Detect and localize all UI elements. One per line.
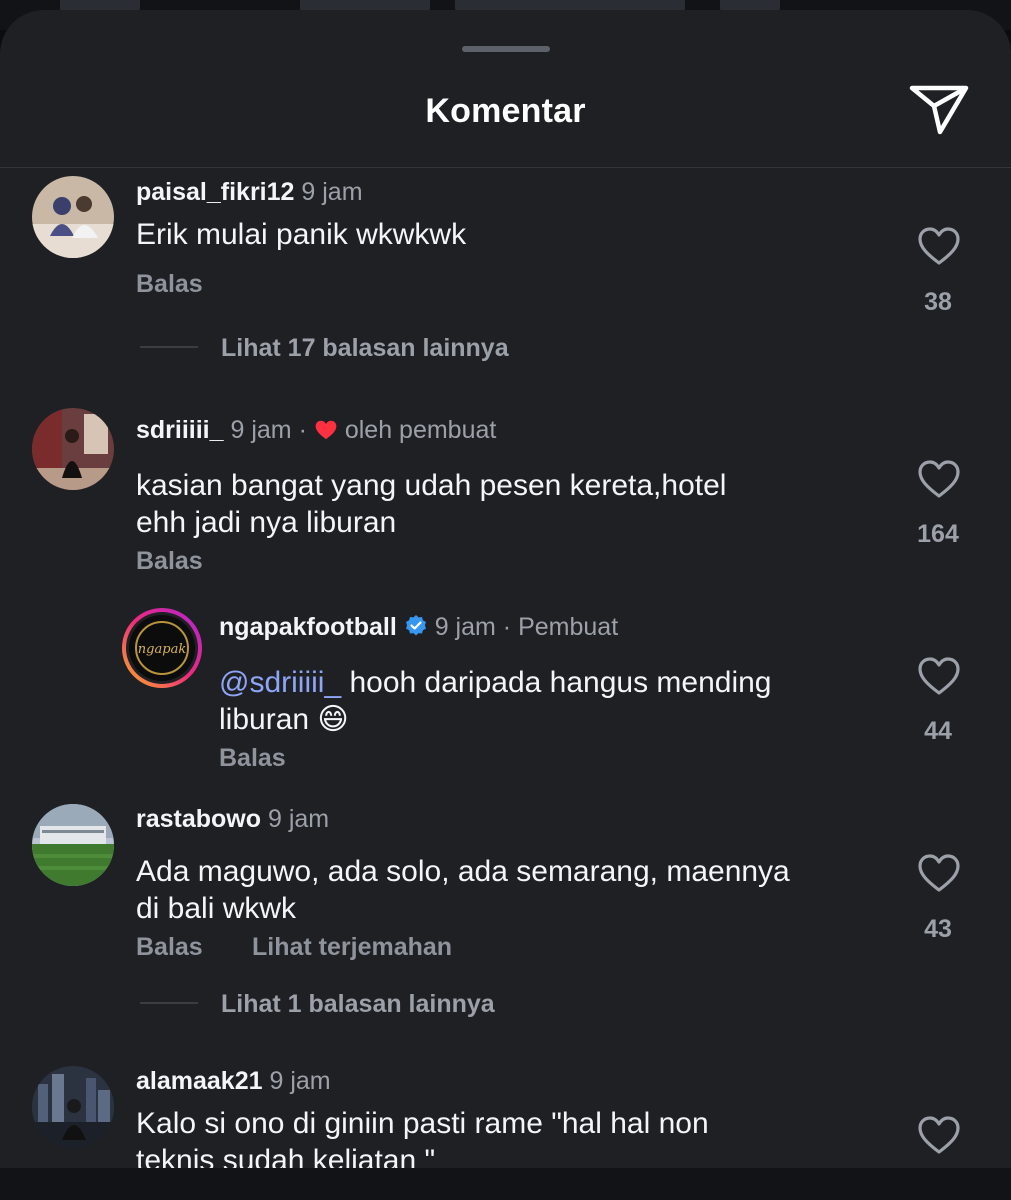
heart-icon[interactable] xyxy=(917,853,961,893)
view-replies-button[interactable]: Lihat 1 balasan lainnya xyxy=(221,990,495,1019)
comment-text: Kalo si ono di giniin pasti rame "hal ha… xyxy=(136,1105,709,1170)
like-count: 38 xyxy=(924,288,952,316)
avatar[interactable] xyxy=(32,804,114,886)
comment-text-line: liburan 😄 xyxy=(219,701,772,738)
heart-icon[interactable] xyxy=(917,459,961,499)
username[interactable]: paisal_fikri12 xyxy=(136,178,294,206)
heart-icon[interactable] xyxy=(917,1115,961,1155)
comments-sheet: Komentar paisal_fikri12 9 jam Erik mulai… xyxy=(0,10,1011,1170)
comment-meta: rastabowo 9 jam xyxy=(136,805,329,834)
liked-by-creator-label: oleh pembuat xyxy=(344,416,497,444)
comment-meta: alamaak21 9 jam xyxy=(136,1067,331,1096)
replies-line xyxy=(140,346,198,348)
comment-text-fragment: hooh daripada hangus mending xyxy=(349,666,772,699)
timestamp: 9 jam xyxy=(434,613,496,641)
replies-line xyxy=(140,1002,198,1004)
like-count: 44 xyxy=(924,717,952,745)
comment-text-fragment: liburan xyxy=(219,703,310,736)
reply-button[interactable]: Balas xyxy=(136,933,203,962)
like-count: 164 xyxy=(917,520,959,548)
separator-dot: · xyxy=(502,613,512,641)
heart-icon[interactable] xyxy=(917,656,961,696)
comment-meta: paisal_fikri12 9 jam xyxy=(136,178,363,207)
comment-text-line: ehh jadi nya liburan xyxy=(136,506,397,539)
reply-button[interactable]: Balas xyxy=(136,547,203,576)
drag-handle[interactable] xyxy=(462,46,550,52)
view-replies-button[interactable]: Lihat 17 balasan lainnya xyxy=(221,334,509,363)
username[interactable]: alamaak21 xyxy=(136,1067,263,1095)
timestamp: 9 jam xyxy=(267,805,330,833)
separator-dot: · xyxy=(298,416,307,444)
reply-button[interactable]: Balas xyxy=(219,744,286,773)
avatar[interactable] xyxy=(32,176,114,258)
like-count: 43 xyxy=(924,915,952,943)
heart-filled-icon xyxy=(314,419,338,448)
emoji-grin-icon: 😄 xyxy=(317,703,349,736)
comment-text: Erik mulai panik wkwkwk xyxy=(136,218,467,251)
mention-link[interactable]: @sdriiiii_ xyxy=(219,666,341,699)
heart-icon[interactable] xyxy=(917,226,961,266)
comment-meta: sdriiiii_ 9 jam · oleh pembuat xyxy=(136,416,496,448)
avatar-logo-text: ngapak xyxy=(138,642,187,657)
comment-text: kasian bangat yang udah pesen kereta,hot… xyxy=(136,467,726,541)
avatar[interactable] xyxy=(32,1066,114,1148)
reply-button[interactable]: Balas xyxy=(136,270,203,299)
comment-text-line: kasian bangat yang udah pesen kereta,hot… xyxy=(136,469,727,502)
send-icon[interactable] xyxy=(908,82,970,138)
comment-text: @sdriiiii_ hooh daripada hangus mending … xyxy=(219,664,772,738)
header-divider xyxy=(0,167,1011,168)
timestamp: 9 jam xyxy=(230,416,292,444)
comment-meta: ngapakfootball 9 jam · Pembuat xyxy=(219,613,618,645)
comment-text-line: @sdriiiii_ hooh daripada hangus mending xyxy=(219,664,772,701)
sheet-title: Komentar xyxy=(425,92,586,130)
comment-text-line: Ada maguwo, ada solo, ada semarang, maen… xyxy=(136,855,790,888)
avatar[interactable] xyxy=(32,408,114,490)
comment-input-area xyxy=(0,1168,1011,1200)
username[interactable]: ngapakfootball xyxy=(219,613,397,641)
verified-badge-icon xyxy=(404,614,428,645)
comment-text: Ada maguwo, ada solo, ada semarang, maen… xyxy=(136,853,790,927)
see-translation-button[interactable]: Lihat terjemahan xyxy=(252,933,452,962)
username[interactable]: sdriiiii_ xyxy=(136,416,224,444)
timestamp: 9 jam xyxy=(301,178,363,206)
creator-label: Pembuat xyxy=(518,613,619,641)
avatar[interactable]: ngapak xyxy=(120,606,204,690)
timestamp: 9 jam xyxy=(269,1067,331,1095)
comment-text-line: Kalo si ono di giniin pasti rame "hal ha… xyxy=(136,1107,709,1140)
comment-text-line: di bali wkwk xyxy=(136,892,297,925)
comment-text-line: teknis sudah keliatan " xyxy=(136,1144,436,1170)
username[interactable]: rastabowo xyxy=(136,805,261,833)
